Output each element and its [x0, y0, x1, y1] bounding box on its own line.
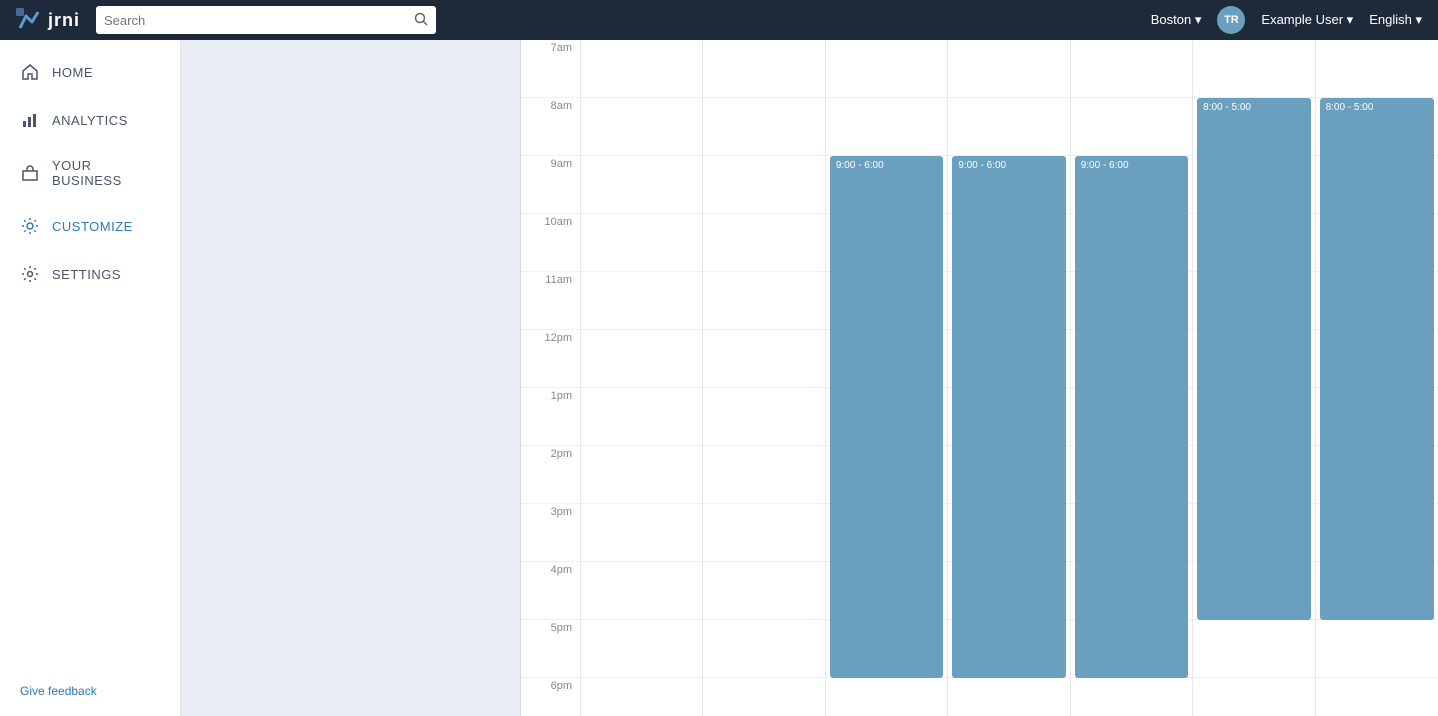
user-name-label: Example User	[1261, 12, 1343, 27]
time-slot-1pm: 1pm	[521, 388, 580, 446]
settings-icon	[20, 264, 40, 284]
day-col-6: 8:00 - 5:00	[1193, 40, 1315, 716]
time-slot-11am: 11am	[521, 272, 580, 330]
give-feedback-link[interactable]: Give feedback	[20, 684, 97, 698]
search-button[interactable]	[414, 12, 428, 29]
schedule-area[interactable]: 7am 8am 9am 10am 11am 12pm 1pm 2pm 3pm 4…	[521, 40, 1438, 716]
schedule-block-col7[interactable]: 8:00 - 5:00	[1320, 98, 1434, 620]
schedule-block-col4-label: 9:00 - 6:00	[958, 160, 1006, 171]
sidebar-customize-label: CUSTOMIZE	[52, 219, 133, 234]
sidebar-item-analytics[interactable]: ANALYTICS	[0, 96, 180, 144]
content-area: 7am 8am 9am 10am 11am 12pm 1pm 2pm 3pm 4…	[181, 40, 1438, 716]
location-selector[interactable]: Boston ▾	[1151, 12, 1202, 28]
language-selector[interactable]: English ▾	[1369, 12, 1422, 28]
day-col-1	[581, 40, 703, 716]
time-slot-5pm: 5pm	[521, 620, 580, 678]
schedule-block-col3-label: 9:00 - 6:00	[836, 160, 884, 171]
time-slot-7am: 7am	[521, 40, 580, 98]
language-label: English	[1369, 12, 1412, 27]
sidebar-item-your-business[interactable]: YOUR BUSINESS	[0, 144, 180, 202]
home-icon	[20, 62, 40, 82]
schedule-block-col4[interactable]: 9:00 - 6:00	[952, 156, 1065, 678]
time-slot-6pm: 6pm	[521, 678, 580, 716]
language-dropdown-icon: ▾	[1415, 12, 1422, 27]
left-panel	[181, 40, 521, 716]
time-slot-8am: 8am	[521, 98, 580, 156]
search-icon	[414, 12, 428, 26]
day-col-2	[703, 40, 825, 716]
logo-icon	[16, 8, 44, 32]
time-slot-9am: 9am	[521, 156, 580, 214]
search-input[interactable]	[104, 13, 414, 28]
day-col-4: 9:00 - 6:00	[948, 40, 1070, 716]
day-col-3: 9:00 - 6:00	[826, 40, 948, 716]
user-menu[interactable]: Example User ▾	[1261, 12, 1353, 28]
time-slot-4pm: 4pm	[521, 562, 580, 620]
business-icon	[20, 163, 40, 183]
user-dropdown-icon: ▾	[1347, 12, 1354, 27]
day-col-7: 8:00 - 5:00	[1316, 40, 1438, 716]
main-layout: HOME ANALYTICS	[0, 40, 1438, 716]
sidebar: HOME ANALYTICS	[0, 40, 181, 716]
schedule-block-col5[interactable]: 9:00 - 6:00	[1075, 156, 1188, 678]
analytics-icon	[20, 110, 40, 130]
time-slot-10am: 10am	[521, 214, 580, 272]
schedule-grid: 7am 8am 9am 10am 11am 12pm 1pm 2pm 3pm 4…	[521, 40, 1438, 716]
schedule-block-col6-label: 8:00 - 5:00	[1203, 102, 1251, 113]
search-box	[96, 6, 436, 34]
logo: jrni	[16, 8, 80, 32]
day-col-5: 9:00 - 6:00	[1071, 40, 1193, 716]
time-slot-3pm: 3pm	[521, 504, 580, 562]
avatar: TR	[1217, 6, 1245, 34]
location-label: Boston	[1151, 12, 1191, 27]
schedule-block-col3[interactable]: 9:00 - 6:00	[830, 156, 943, 678]
sidebar-settings-label: SETTINGS	[52, 267, 121, 282]
time-slot-12pm: 12pm	[521, 330, 580, 388]
sidebar-home-label: HOME	[52, 65, 93, 80]
schedule-block-col6[interactable]: 8:00 - 5:00	[1197, 98, 1310, 620]
sidebar-item-home[interactable]: HOME	[0, 48, 180, 96]
sidebar-item-customize[interactable]: CUSTOMIZE	[0, 202, 180, 250]
sidebar-business-label: YOUR BUSINESS	[52, 158, 160, 188]
customize-icon	[20, 216, 40, 236]
sidebar-analytics-label: ANALYTICS	[52, 113, 128, 128]
schedule-block-col7-label: 8:00 - 5:00	[1326, 102, 1374, 113]
sidebar-footer: Give feedback	[0, 670, 180, 716]
time-column: 7am 8am 9am 10am 11am 12pm 1pm 2pm 3pm 4…	[521, 40, 581, 716]
header: jrni Boston ▾ TR Example User ▾ English …	[0, 0, 1438, 40]
schedule-block-col5-label: 9:00 - 6:00	[1081, 160, 1129, 171]
location-dropdown-icon: ▾	[1195, 12, 1202, 27]
time-slot-2pm: 2pm	[521, 446, 580, 504]
days-grid: 9:00 - 6:00	[581, 40, 1438, 716]
header-right: Boston ▾ TR Example User ▾ English ▾	[1151, 6, 1422, 34]
logo-text: jrni	[48, 10, 80, 31]
sidebar-nav: HOME ANALYTICS	[0, 48, 180, 670]
sidebar-item-settings[interactable]: SETTINGS	[0, 250, 180, 298]
